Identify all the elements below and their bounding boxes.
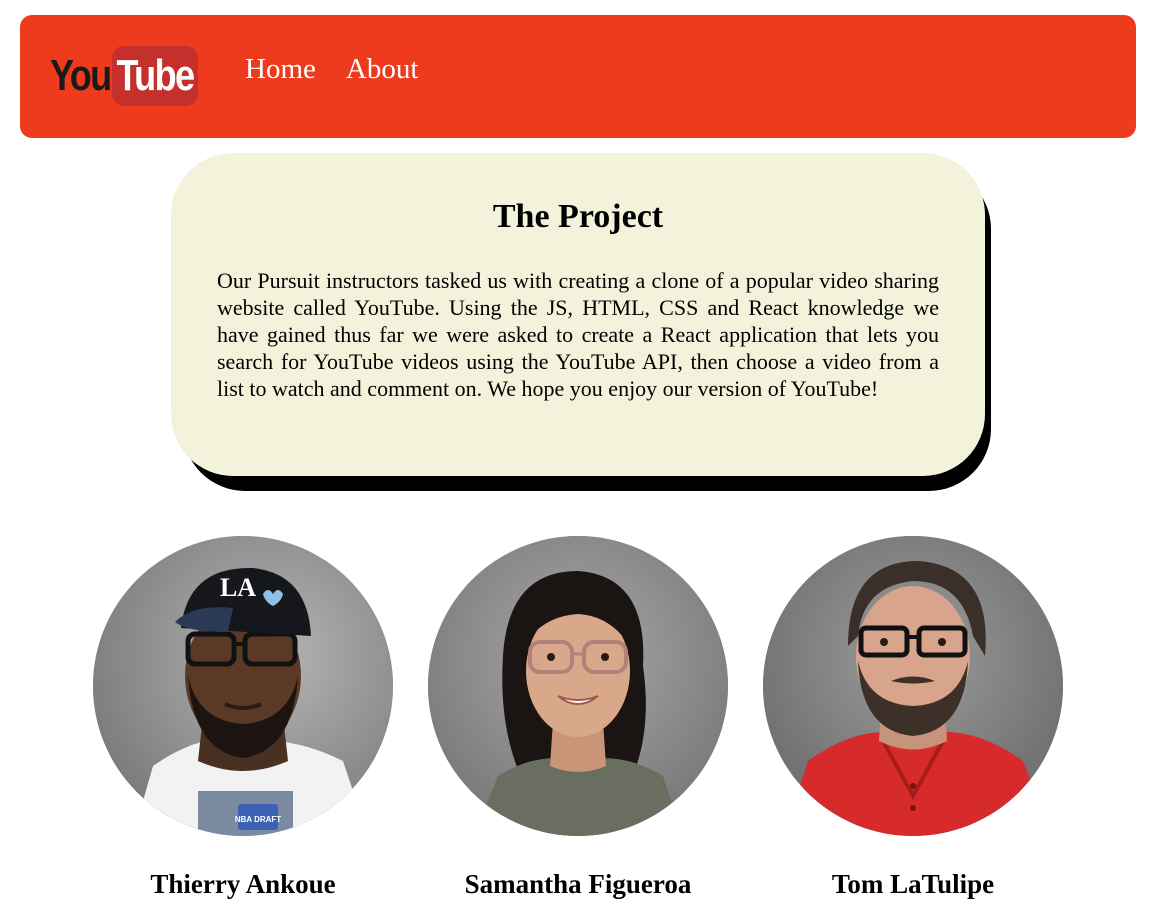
member-name: Tom LaTulipe: [831, 869, 995, 899]
logo-you-text: You: [50, 51, 112, 100]
nav-links: Home About: [245, 53, 418, 86]
project-description: Our Pursuit instructors tasked us with c…: [217, 268, 939, 401]
avatar-samantha: [428, 536, 728, 836]
project-card: The Project Our Pursuit instructors task…: [171, 153, 985, 476]
cap-logo-text: LA: [220, 573, 256, 602]
logo-tube-text: Tube: [116, 51, 196, 100]
team-member-thierry: NBA DRAFT LA Thierry Ankoue: [93, 536, 393, 899]
nav-link-about[interactable]: About: [346, 53, 419, 86]
portrait-thierry: NBA DRAFT LA: [93, 536, 393, 836]
nav-link-home[interactable]: Home: [245, 53, 316, 86]
team-section: NBA DRAFT LA Thierry Ankoue Samantha Fig…: [0, 536, 1149, 916]
shirt-print-text: NBA DRAFT: [235, 815, 281, 824]
portrait-tom: [763, 536, 1063, 836]
team-member-samantha: Samantha Figueroa: [428, 536, 728, 899]
navbar: You Tube Home About: [20, 15, 1136, 138]
project-title: The Project: [492, 198, 664, 235]
avatar-thierry: NBA DRAFT LA: [93, 536, 393, 836]
portrait-samantha: [428, 536, 728, 836]
youtube-logo[interactable]: You Tube: [50, 45, 198, 107]
team-member-tom: Tom LaTulipe: [763, 536, 1063, 899]
logo-tube-box: Tube: [112, 46, 198, 106]
avatar-tom: [763, 536, 1063, 836]
